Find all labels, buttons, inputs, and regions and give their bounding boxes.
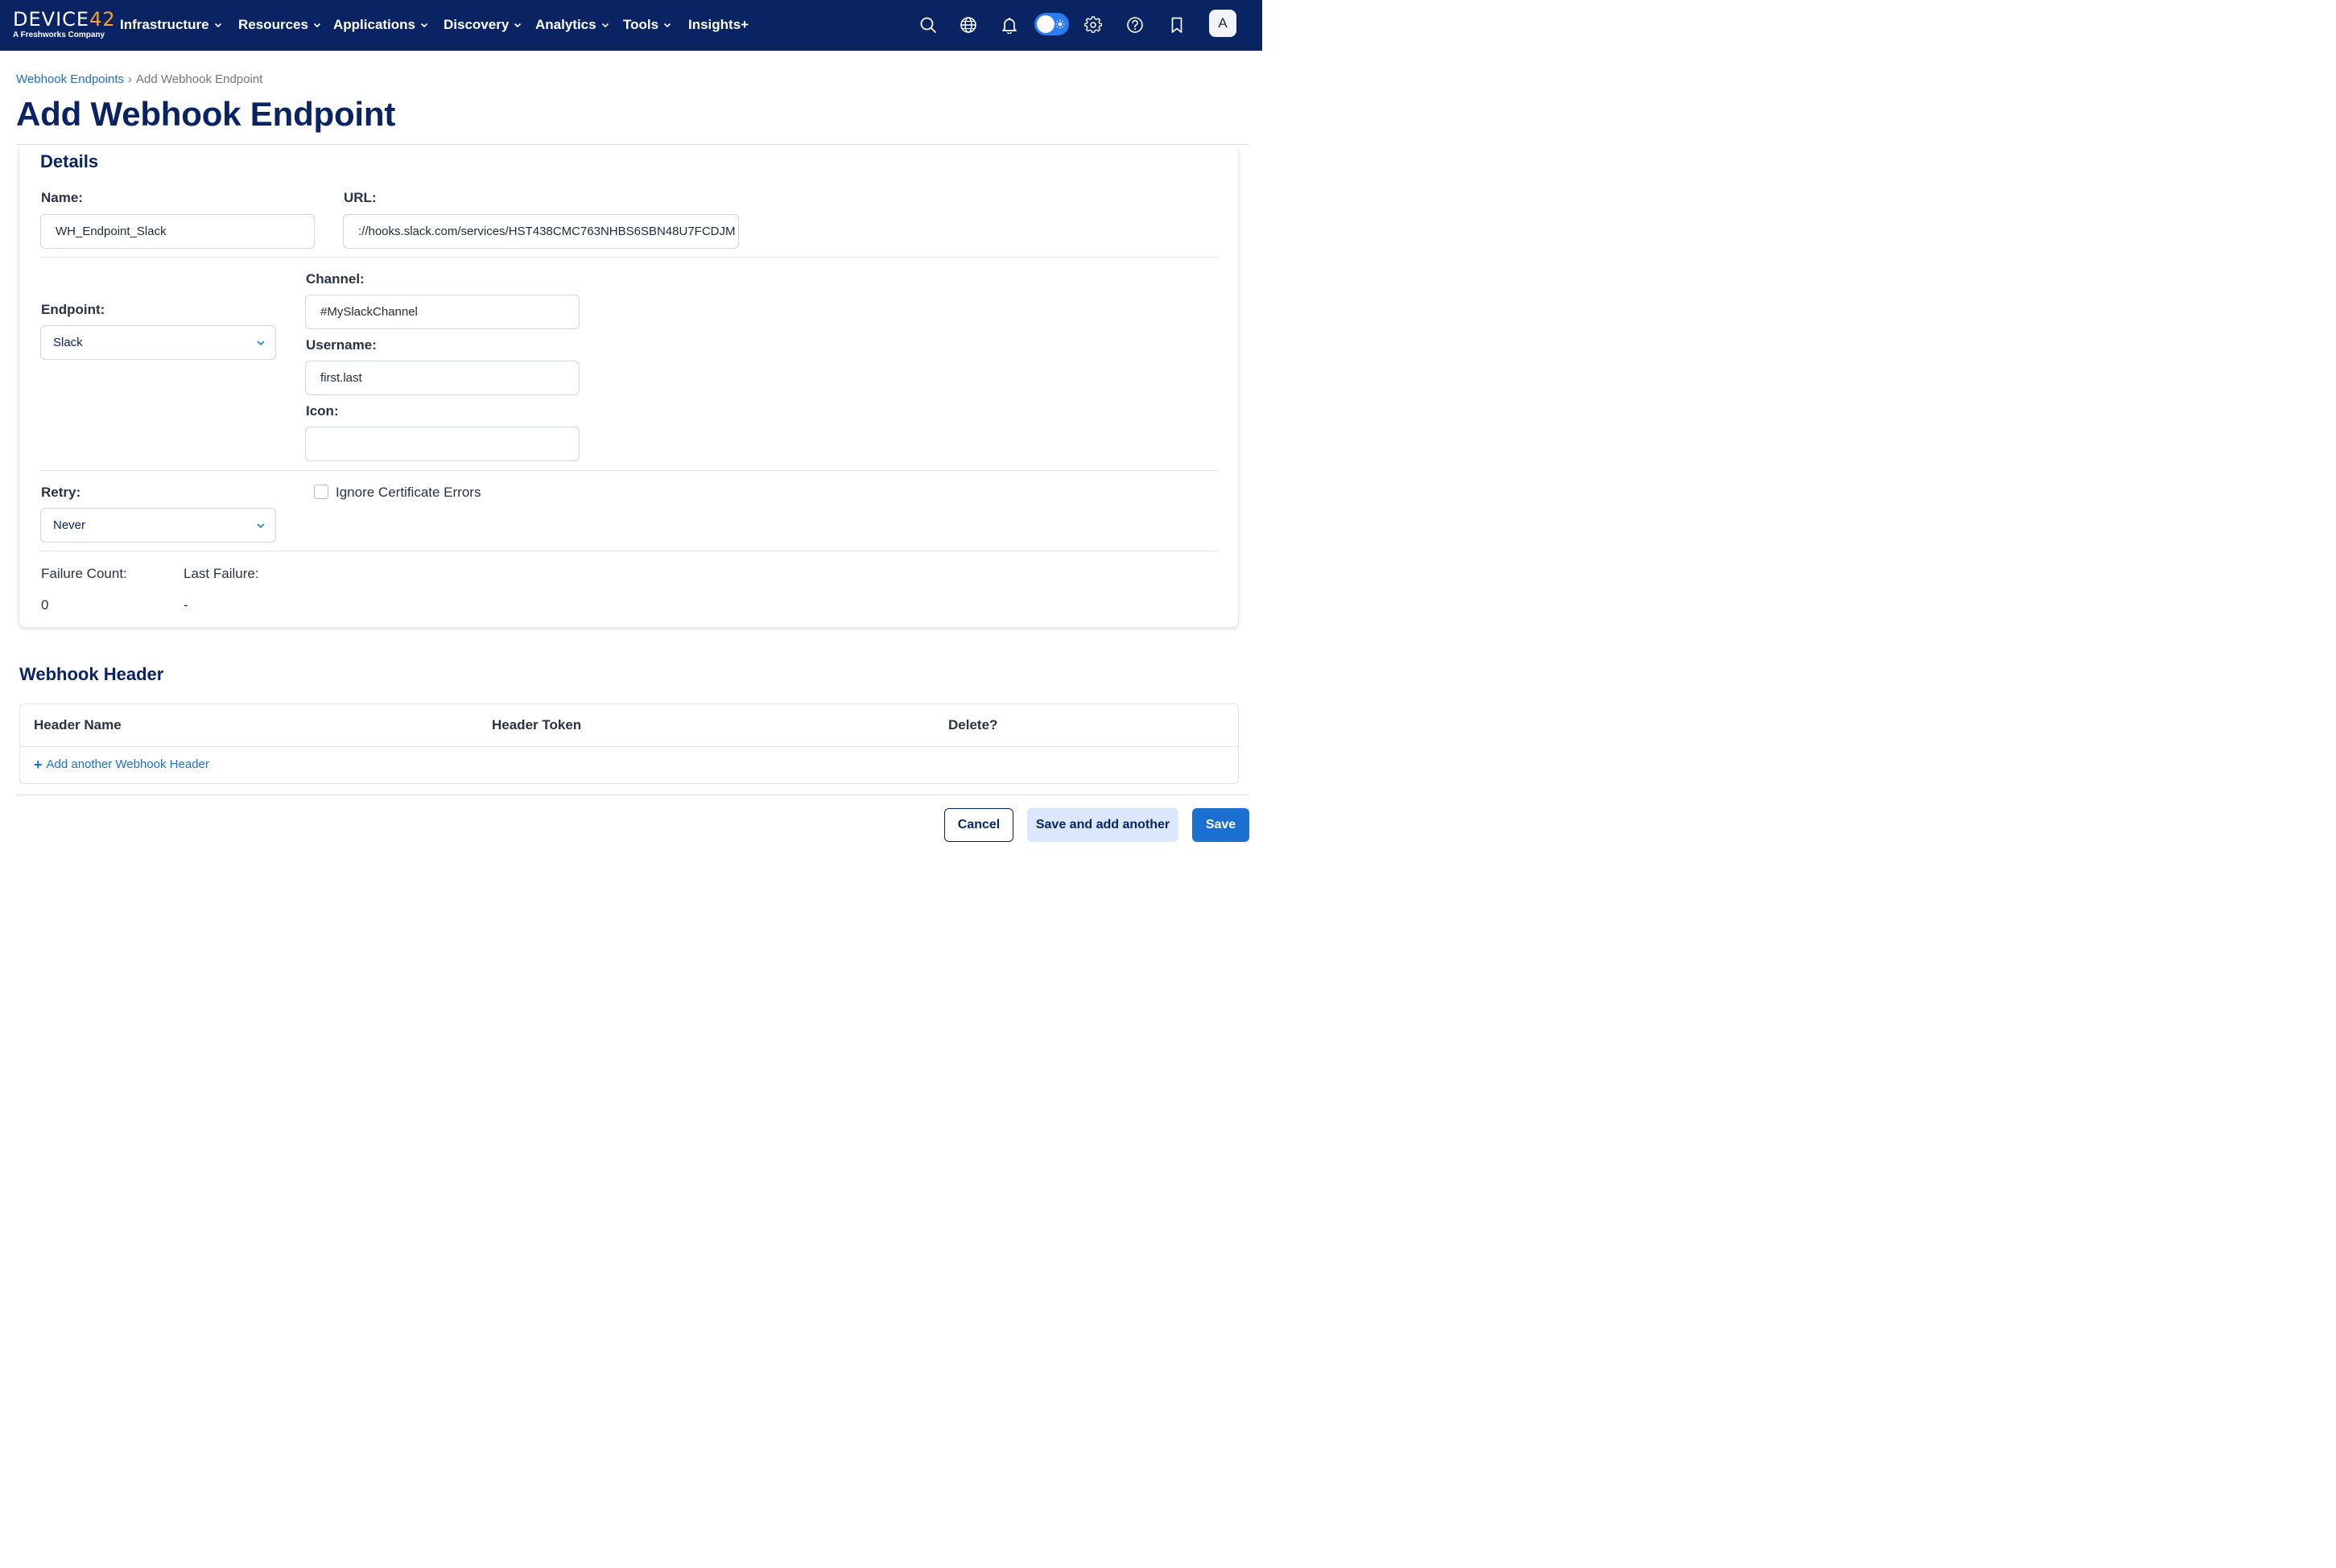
nav-tools[interactable]: Tools xyxy=(623,14,671,35)
nav-applications[interactable]: Applications xyxy=(333,14,428,35)
endpoint-selected-value: Slack xyxy=(53,336,83,349)
chevron-down-icon xyxy=(514,23,522,28)
device42-logo[interactable]: DEVICE42 A Freshworks Company xyxy=(13,8,115,42)
name-label: Name: xyxy=(41,190,83,205)
webhook-header-title: Webhook Header xyxy=(19,664,164,684)
endpoint-label: Endpoint: xyxy=(41,302,105,317)
nav-label: Tools xyxy=(623,17,659,32)
url-input[interactable]: ://hooks.slack.com/services/HST438CMC763… xyxy=(343,214,739,249)
logo-accent: 42 xyxy=(89,8,116,31)
failure-count-value: 0 xyxy=(41,597,49,613)
nav-resources[interactable]: Resources xyxy=(238,14,321,35)
last-failure-value: - xyxy=(184,597,188,613)
breadcrumb-current: Add Webhook Endpoint xyxy=(135,72,263,86)
cancel-button[interactable]: Cancel xyxy=(944,808,1013,842)
theme-toggle[interactable] xyxy=(1034,13,1069,35)
chevron-down-icon xyxy=(313,23,321,28)
table-row-divider xyxy=(20,746,1238,747)
retry-select[interactable]: Never xyxy=(40,508,276,543)
add-webhook-header-link[interactable]: + Add another Webhook Header xyxy=(34,756,209,773)
column-delete: Delete? xyxy=(948,717,998,732)
username-label: Username: xyxy=(306,337,377,353)
search-icon[interactable] xyxy=(917,14,939,36)
section-divider xyxy=(39,257,1218,258)
logo-wordmark: DEVICE42 xyxy=(13,8,116,31)
save-button[interactable]: Save xyxy=(1192,808,1249,842)
icon-label: Icon: xyxy=(306,403,339,419)
retry-label: Retry: xyxy=(41,485,81,500)
username-input[interactable]: first.last xyxy=(305,361,580,395)
page-title: Add Webhook Endpoint xyxy=(16,95,396,133)
ignore-certificate-errors-label[interactable]: Ignore Certificate Errors xyxy=(336,485,481,501)
channel-label: Channel: xyxy=(306,271,365,287)
channel-input[interactable]: #MySlackChannel xyxy=(305,295,580,329)
column-header-name: Header Name xyxy=(34,717,122,732)
failure-count-label: Failure Count: xyxy=(41,566,127,581)
nav-infrastructure[interactable]: Infrastructure xyxy=(120,14,222,35)
help-icon[interactable] xyxy=(1124,14,1146,36)
breadcrumb-separator: › xyxy=(127,72,132,86)
column-header-token: Header Token xyxy=(492,717,582,732)
chevron-down-icon xyxy=(664,23,671,28)
retry-selected-value: Never xyxy=(53,518,86,532)
url-label: URL: xyxy=(344,190,377,205)
gear-icon[interactable] xyxy=(1082,14,1104,36)
nav-label: Insights+ xyxy=(688,17,749,32)
globe-icon[interactable] xyxy=(957,14,980,36)
add-webhook-header-label: Add another Webhook Header xyxy=(46,757,209,771)
ignore-certificate-errors-checkbox[interactable] xyxy=(314,485,328,499)
nav-label: Analytics xyxy=(535,17,596,32)
nav-label: Infrastructure xyxy=(120,17,209,32)
title-divider xyxy=(16,144,1249,145)
nav-label: Applications xyxy=(333,17,416,32)
chevron-down-icon xyxy=(601,23,609,28)
chevron-down-icon xyxy=(420,23,428,28)
sun-icon xyxy=(1055,19,1065,29)
top-navigation-bar: DEVICE42 A Freshworks Company Infrastruc… xyxy=(0,0,1262,51)
chevron-down-icon xyxy=(257,340,265,346)
section-divider xyxy=(39,470,1218,471)
bookmark-icon[interactable] xyxy=(1166,14,1188,36)
nav-discovery[interactable]: Discovery xyxy=(444,14,522,35)
breadcrumb-webhook-endpoints-link[interactable]: Webhook Endpoints xyxy=(16,72,124,86)
chevron-down-icon xyxy=(257,523,265,529)
logo-tagline: A Freshworks Company xyxy=(13,31,105,39)
toggle-knob xyxy=(1037,15,1055,33)
nav-insights[interactable]: Insights+ xyxy=(688,14,749,35)
user-avatar[interactable]: A xyxy=(1209,10,1236,37)
bell-icon[interactable] xyxy=(998,14,1021,36)
details-section-title: Details xyxy=(40,151,99,171)
nav-label: Resources xyxy=(238,17,308,32)
last-failure-label: Last Failure: xyxy=(184,566,259,581)
webhook-header-table: Header Name Header Token Delete? + Add a… xyxy=(19,704,1239,784)
plus-icon: + xyxy=(34,756,43,773)
logo-text: DEVICE xyxy=(13,8,90,31)
nav-analytics[interactable]: Analytics xyxy=(535,14,609,35)
footer-divider xyxy=(16,794,1249,795)
nav-label: Discovery xyxy=(444,17,510,32)
breadcrumb: Webhook Endpoints › Add Webhook Endpoint xyxy=(16,72,262,86)
icon-input[interactable] xyxy=(305,427,580,461)
save-and-add-another-button[interactable]: Save and add another xyxy=(1027,808,1178,842)
name-input[interactable]: WH_Endpoint_Slack xyxy=(40,214,315,249)
chevron-down-icon xyxy=(214,23,221,28)
endpoint-select[interactable]: Slack xyxy=(40,325,276,360)
